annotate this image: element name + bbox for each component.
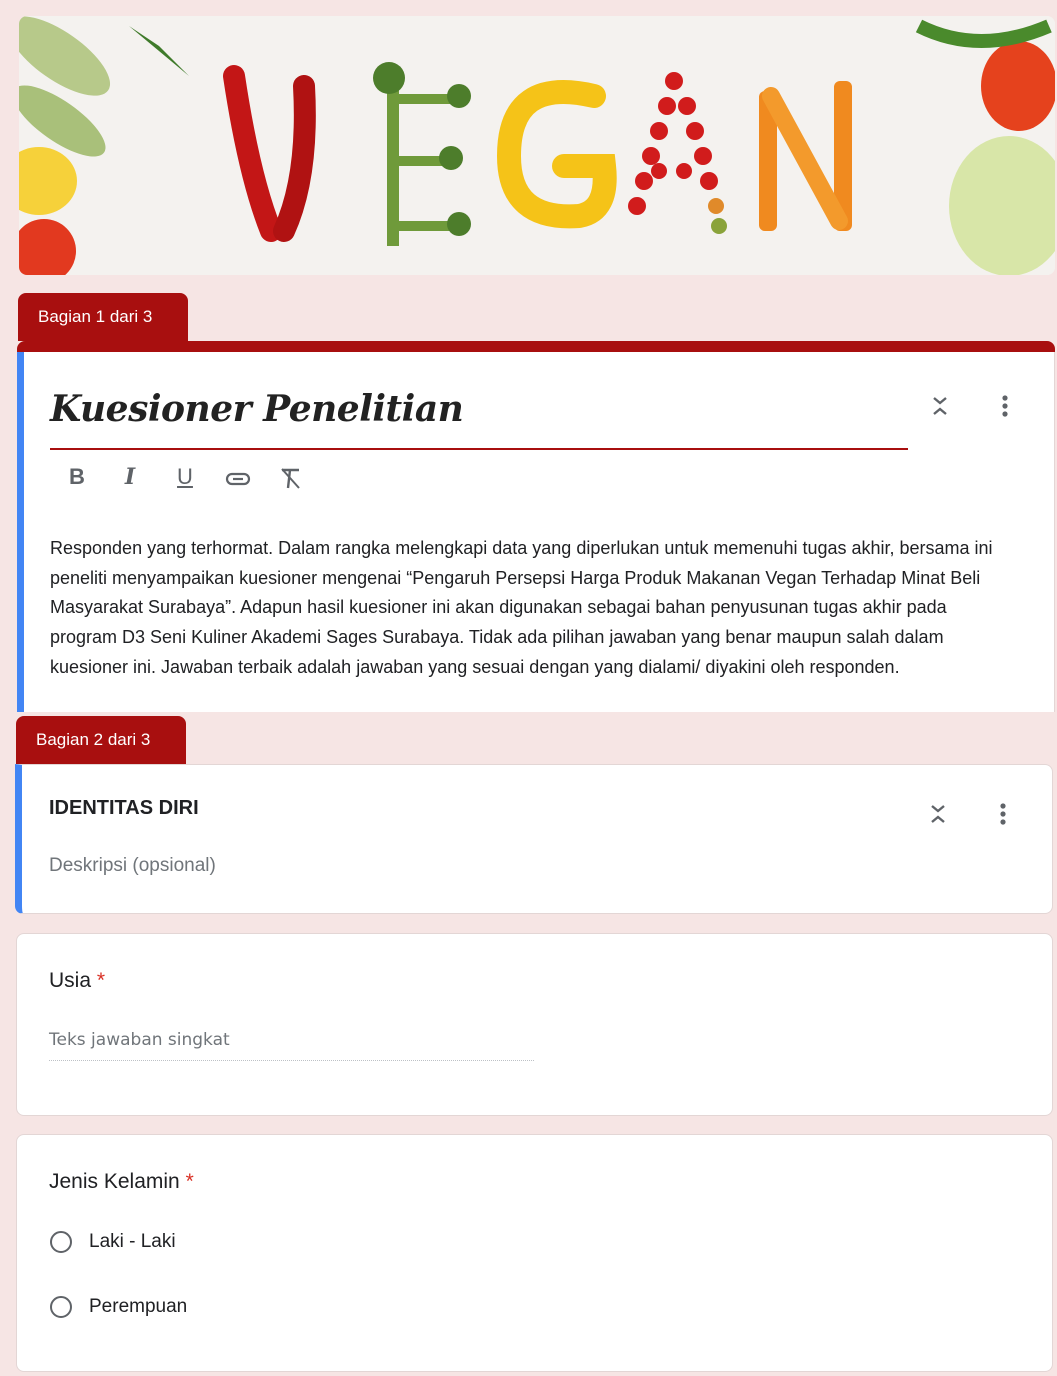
required-mark: * [96, 969, 106, 992]
collapse-icon[interactable] [926, 392, 954, 420]
section-tab-1[interactable]: Bagian 1 dari 3 [18, 293, 188, 341]
question-card-usia[interactable] [16, 933, 1053, 1116]
clear-formatting-icon[interactable] [276, 464, 306, 498]
title-underline [50, 448, 908, 450]
section-description-placeholder[interactable]: Deskripsi (opsional) [49, 855, 216, 877]
question-title: Usia * [49, 969, 105, 993]
radio-option-laki-laki[interactable] [50, 1231, 72, 1253]
collapse-icon[interactable] [924, 800, 952, 828]
italic-button[interactable]: I [115, 464, 145, 490]
short-answer-underline [49, 1060, 534, 1061]
more-vert-icon[interactable] [991, 392, 1019, 420]
section-title[interactable]: IDENTITAS DIRI [49, 797, 199, 820]
option-label: Laki - Laki [89, 1231, 176, 1252]
section-tab-label: Bagian 2 dari 3 [36, 730, 151, 749]
required-mark: * [185, 1170, 194, 1193]
question-title: Jenis Kelamin * [49, 1170, 194, 1194]
radio-option-perempuan[interactable] [50, 1296, 72, 1318]
short-answer-placeholder[interactable]: Teks jawaban singkat [49, 1030, 230, 1050]
bold-button[interactable]: B [62, 464, 92, 490]
form-description[interactable]: Responden yang terhormat. Dalam rangka m… [50, 534, 1010, 683]
question-title-text: Jenis Kelamin [49, 1170, 180, 1193]
form-title[interactable]: Kuesioner Penelitian [50, 388, 464, 430]
link-icon[interactable] [223, 464, 253, 498]
option-label: Perempuan [89, 1296, 188, 1317]
more-vert-icon[interactable] [989, 800, 1017, 828]
underline-button[interactable]: U [170, 464, 200, 490]
header-banner-image [19, 16, 1055, 275]
section-tab-label: Bagian 1 dari 3 [38, 307, 153, 326]
question-title-text: Usia [49, 969, 92, 992]
section-2-header-card[interactable] [15, 764, 1053, 914]
section-tab-2[interactable]: Bagian 2 dari 3 [16, 716, 186, 764]
